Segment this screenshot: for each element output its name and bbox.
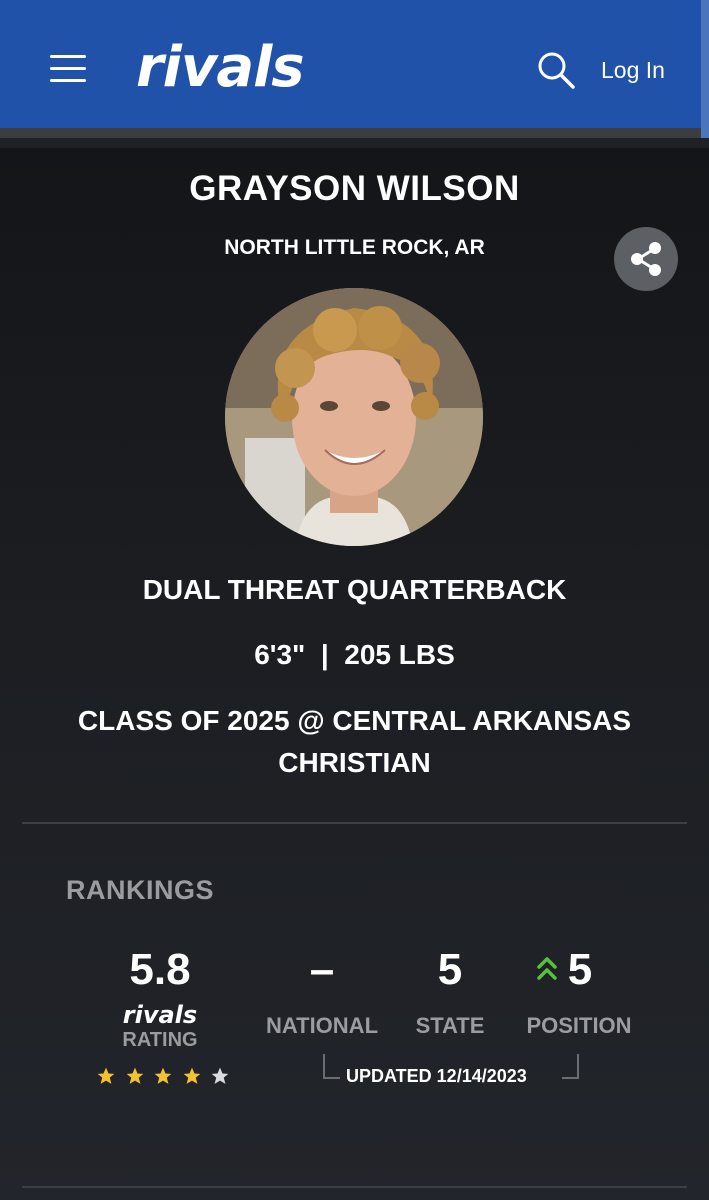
position-rank-value: 5 bbox=[567, 945, 593, 994]
state-rank-label: STATE bbox=[415, 1013, 485, 1038]
star-filled-icon bbox=[183, 1067, 200, 1084]
menu-icon[interactable] bbox=[50, 55, 86, 85]
position-rank-label: POSITION bbox=[526, 1013, 632, 1038]
player-class-school: CLASS OF 2025 @ CENTRAL ARKANSAS CHRISTI… bbox=[77, 705, 632, 778]
star-filled-icon bbox=[126, 1067, 143, 1084]
player-measurements: 6'3" | 205 LBS bbox=[254, 639, 455, 670]
player-photo bbox=[225, 288, 483, 546]
national-rank-label: NATIONAL bbox=[265, 1013, 379, 1038]
share-button[interactable] bbox=[614, 227, 678, 291]
rivals-rating-logo: rivals bbox=[122, 1001, 198, 1029]
search-icon[interactable] bbox=[536, 50, 576, 90]
rivals-rating-label: RATING bbox=[122, 1029, 198, 1051]
section-divider bbox=[22, 1186, 687, 1188]
state-rank-value: 5 bbox=[437, 945, 463, 994]
rivals-rating-value: 5.8 bbox=[129, 945, 191, 994]
player-position: DUAL THREAT QUARTERBACK bbox=[142, 574, 567, 605]
rankings-updated-date: UPDATED 12/14/2023 bbox=[346, 1066, 527, 1086]
trend-up-icon bbox=[537, 957, 557, 980]
rivals-logo[interactable]: rivals bbox=[136, 38, 305, 98]
login-link[interactable]: Log In bbox=[601, 55, 665, 85]
section-divider bbox=[22, 822, 687, 824]
share-icon bbox=[631, 242, 661, 276]
player-hometown: NORTH LITTLE ROCK, AR bbox=[224, 236, 485, 259]
scrollbar[interactable] bbox=[701, 0, 709, 138]
star-filled-icon bbox=[97, 1067, 115, 1084]
star-empty-icon bbox=[211, 1067, 229, 1084]
top-navigation-bar: rivals Log In bbox=[0, 0, 709, 138]
star-rating bbox=[96, 1066, 230, 1088]
star-filled-icon bbox=[154, 1067, 172, 1084]
rankings-heading: RANKINGS bbox=[66, 875, 215, 905]
national-rank-value: – bbox=[309, 945, 335, 994]
player-name: GRAYSON WILSON bbox=[189, 169, 520, 208]
